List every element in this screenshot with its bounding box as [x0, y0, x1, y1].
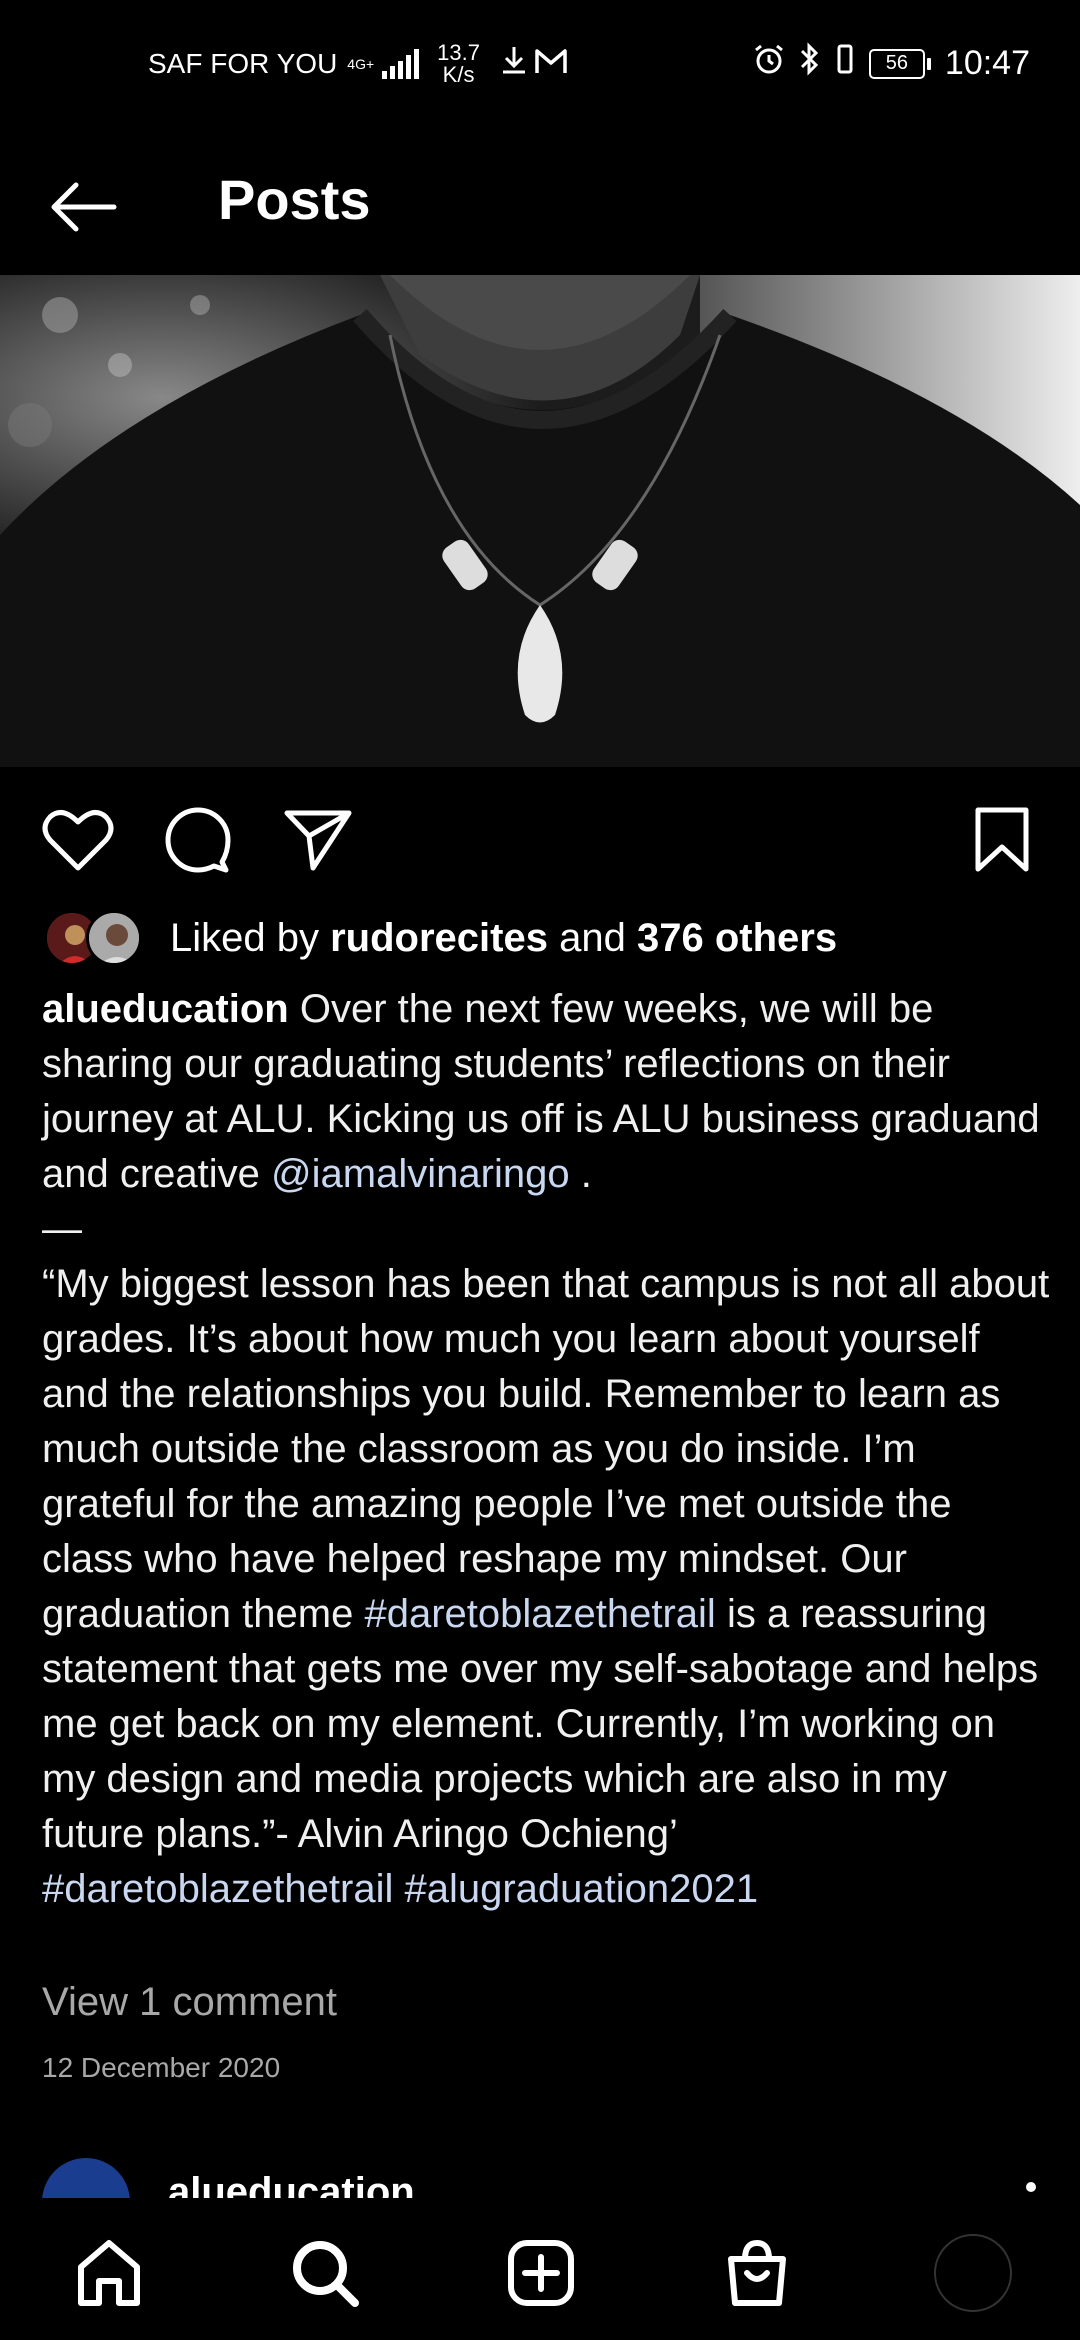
home-icon[interactable] [64, 2228, 154, 2318]
bookmark-save-icon[interactable] [962, 800, 1042, 880]
caption-mention[interactable]: @iamalvinaringo [271, 1152, 570, 1196]
post-date: 12 December 2020 [42, 2052, 281, 2083]
status-bar-left: SAF FOR YOU 4G+ 13.7 K/s [148, 42, 568, 86]
profile-avatar[interactable] [928, 2228, 1018, 2318]
liked-by-conjunction: and [559, 915, 626, 960]
gmail-icon [534, 47, 568, 82]
status-bar-right: 56 10:47 [753, 42, 1030, 85]
caption-hashtag[interactable]: #daretoblazethetrail [42, 1867, 393, 1911]
download-icon [500, 45, 528, 83]
post-image[interactable] [0, 275, 1080, 767]
network-speed: 13.7 K/s [437, 42, 480, 86]
liked-by-user[interactable]: rudorecites [330, 916, 548, 961]
like-heart-icon[interactable] [38, 800, 118, 880]
new-post-icon[interactable] [496, 2228, 586, 2318]
likes-summary[interactable]: Liked by rudorecites and 376 others [44, 908, 837, 968]
more-options-icon[interactable] [1026, 2182, 1036, 2192]
caption-hashtag[interactable]: #daretoblazethetrail [364, 1592, 715, 1636]
shop-icon[interactable] [712, 2228, 802, 2318]
avatar [934, 2234, 1012, 2312]
view-comments-link[interactable]: View 1 comment [42, 1980, 337, 2025]
signal-icon [382, 49, 420, 79]
caption-username[interactable]: alueducation [42, 987, 289, 1031]
caption-separator: — [42, 1207, 82, 1251]
liked-by-others[interactable]: 376 others [637, 916, 837, 961]
share-send-icon[interactable] [278, 800, 358, 880]
vibrate-icon [835, 43, 855, 84]
bluetooth-icon [799, 42, 821, 85]
next-post-username[interactable]: alueducation [168, 2170, 415, 2198]
alarm-icon [753, 43, 785, 84]
status-bar: SAF FOR YOU 4G+ 13.7 K/s 56 10:47 [0, 0, 1080, 130]
post-actions [0, 800, 1080, 880]
next-post-header: alueducation [0, 2158, 1080, 2198]
network-type: 4G+ [347, 56, 375, 72]
avatar[interactable] [42, 2158, 130, 2198]
caption-hashtag[interactable]: #alugraduation2021 [404, 1867, 758, 1911]
back-arrow-icon[interactable] [46, 170, 120, 244]
battery-icon: 56 [868, 48, 931, 79]
avatar [86, 910, 142, 966]
liker-avatars [44, 908, 148, 968]
speed-unit: K/s [442, 62, 475, 87]
caption-intro-end: . [580, 1152, 592, 1196]
clock: 10:47 [944, 44, 1030, 82]
caption-quote-part1: “My biggest lesson has been that campus … [42, 1262, 1050, 1636]
liked-by-prefix: Liked by [170, 915, 319, 960]
post-caption: alueducation Over the next few weeks, we… [42, 982, 1052, 1917]
battery-level: 56 [868, 48, 925, 79]
bottom-navigation [0, 2198, 1080, 2340]
search-icon[interactable] [280, 2228, 370, 2318]
page-title: Posts [218, 168, 371, 231]
carrier-name: SAF FOR YOU [148, 48, 338, 79]
app-header: Posts [0, 130, 1080, 275]
comment-icon[interactable] [158, 800, 238, 880]
